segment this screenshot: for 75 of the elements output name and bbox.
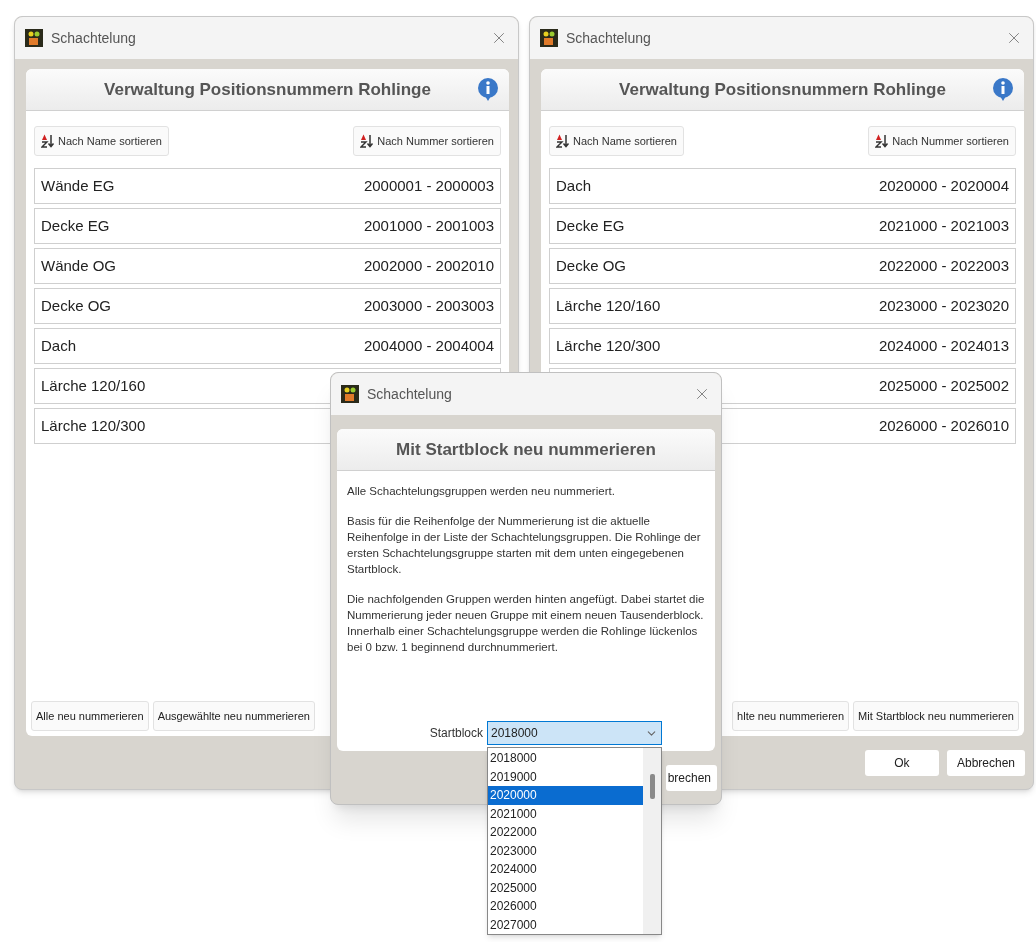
dialog-text: Basis für die Reihenfolge der Nummerierung ist die aktuelle Reihenfolge in der Liste der Schachtelungsgruppen. Die Rohlinge der ersten Schachtelungsgruppe starten mit dem unten eingegebenen Startblock. <box>347 514 702 577</box>
group-row[interactable]: Wände EG 2000001 - 2000003 <box>34 168 501 204</box>
dialog-button[interactable]: brechen <box>665 764 717 791</box>
number-range: 2022000 - 2022003 <box>878 255 1009 276</box>
number-range: 2004000 - 2004004 <box>363 335 494 356</box>
group-row[interactable]: Wände OG 2002000 - 2002010 <box>34 248 501 284</box>
group-name: Lärche 120/160 <box>556 295 661 316</box>
info-icon[interactable] <box>992 77 1014 101</box>
number-range: 2026000 - 2026010 <box>878 415 1009 436</box>
app-icon <box>341 385 359 403</box>
dropdown-option[interactable]: 2019000 <box>488 767 643 786</box>
group-name: Decke EG <box>41 215 110 236</box>
sort-button[interactable]: Nach Nummer sortieren <box>868 126 1016 156</box>
dropdown-option[interactable]: 2025000 <box>488 878 643 897</box>
group-name: Dach <box>41 335 77 356</box>
group-name: Wände OG <box>41 255 117 276</box>
group-name: Lärche 120/300 <box>556 335 661 356</box>
app-icon <box>540 29 558 47</box>
group-row[interactable]: Lärche 120/160 2023000 - 2023020 <box>549 288 1016 324</box>
dropdown-option[interactable]: 2024000 <box>488 860 643 879</box>
dropdown-option[interactable]: 2022000 <box>488 823 643 842</box>
number-range: 2020000 - 2020004 <box>878 175 1009 196</box>
dropdown-option[interactable]: 2018000 <box>488 749 643 768</box>
sort-button[interactable]: Nach Name sortieren <box>34 126 169 156</box>
dropdown-option[interactable]: 2023000 <box>488 841 643 860</box>
group-name: Lärche 120/160 <box>41 375 146 396</box>
number-range: 2000001 - 2000003 <box>363 175 494 196</box>
group-name: Lärche 120/300 <box>41 415 146 436</box>
action-button[interactable]: Ausgewählte neu nummerieren <box>152 701 315 731</box>
field-label: Startblock <box>429 725 483 742</box>
sort-button[interactable]: Nach Name sortieren <box>549 126 684 156</box>
number-range: 2001000 - 2001003 <box>363 215 494 236</box>
group-name: Decke OG <box>41 295 112 316</box>
group-row[interactable]: Dach 2020000 - 2020004 <box>549 168 1016 204</box>
sort-icon <box>875 134 890 148</box>
number-range: 2021000 - 2021003 <box>878 215 1009 236</box>
dropdown-option[interactable]: 2021000 <box>488 804 643 823</box>
dialog-button[interactable]: Ok <box>864 749 939 776</box>
dropdown-option[interactable]: 2020000 <box>488 786 643 805</box>
dialog-text: Die nachfolgenden Gruppen werden hinten angefügt. Dabei startet die Nummerierung jeder neuen Gruppe mit einem neuen Tausenderblock. Innerhalb einer Schachtelungsgruppe werden die Rohlinge lückenlos bei 0 bzw. 1 beginnend durchnummeriert. <box>347 592 705 655</box>
number-range: 2025000 - 2025002 <box>878 375 1009 396</box>
group-name: Wände EG <box>41 175 115 196</box>
group-row[interactable]: Dach 2004000 - 2004004 <box>34 328 501 364</box>
number-range: 2003000 - 2003003 <box>363 295 494 316</box>
scrollbar[interactable] <box>643 748 661 934</box>
group-row[interactable]: Decke OG 2003000 - 2003003 <box>34 288 501 324</box>
number-range: 2024000 - 2024013 <box>878 335 1009 356</box>
group-row[interactable]: Decke EG 2001000 - 2001003 <box>34 208 501 244</box>
dropdown-option[interactable]: 2027000 <box>488 915 643 934</box>
group-row[interactable]: Lärche 120/300 2024000 - 2024013 <box>549 328 1016 364</box>
sort-button[interactable]: Nach Nummer sortieren <box>353 126 501 156</box>
window-title: Schachtelung <box>51 28 136 48</box>
group-row[interactable]: Decke EG 2021000 - 2021003 <box>549 208 1016 244</box>
window-title: Schachtelung <box>367 384 452 404</box>
info-icon[interactable] <box>477 77 499 101</box>
sort-icon <box>41 134 55 148</box>
action-button[interactable]: Mit Startblock neu nummerieren <box>853 701 1019 731</box>
group-name: Dach <box>556 175 592 196</box>
number-range: 2023000 - 2023020 <box>878 295 1009 316</box>
action-button[interactable]: hlte neu nummerieren <box>732 701 850 731</box>
sort-icon <box>360 134 375 148</box>
group-row[interactable]: Decke OG 2022000 - 2022003 <box>549 248 1016 284</box>
group-name: Decke EG <box>556 215 625 236</box>
panel-title: Verwaltung Positionsnummern Rohlinge <box>104 78 431 101</box>
sort-icon <box>556 134 570 148</box>
panel-title: Verwaltung Positionsnummern Rohlinge <box>619 78 946 101</box>
dropdown-option[interactable]: 2026000 <box>488 897 643 916</box>
number-range: 2002000 - 2002010 <box>363 255 494 276</box>
group-name: Decke OG <box>556 255 627 276</box>
dialog-button[interactable]: Abbrechen <box>946 749 1025 776</box>
action-button[interactable]: Alle neu nummerieren <box>31 701 149 731</box>
app-icon <box>25 29 43 47</box>
window-title: Schachtelung <box>566 28 651 48</box>
dialog-text: Alle Schachtelungsgruppen werden neu nummeriert. <box>347 484 616 499</box>
startblock-select[interactable]: 2018000 <box>487 721 662 745</box>
